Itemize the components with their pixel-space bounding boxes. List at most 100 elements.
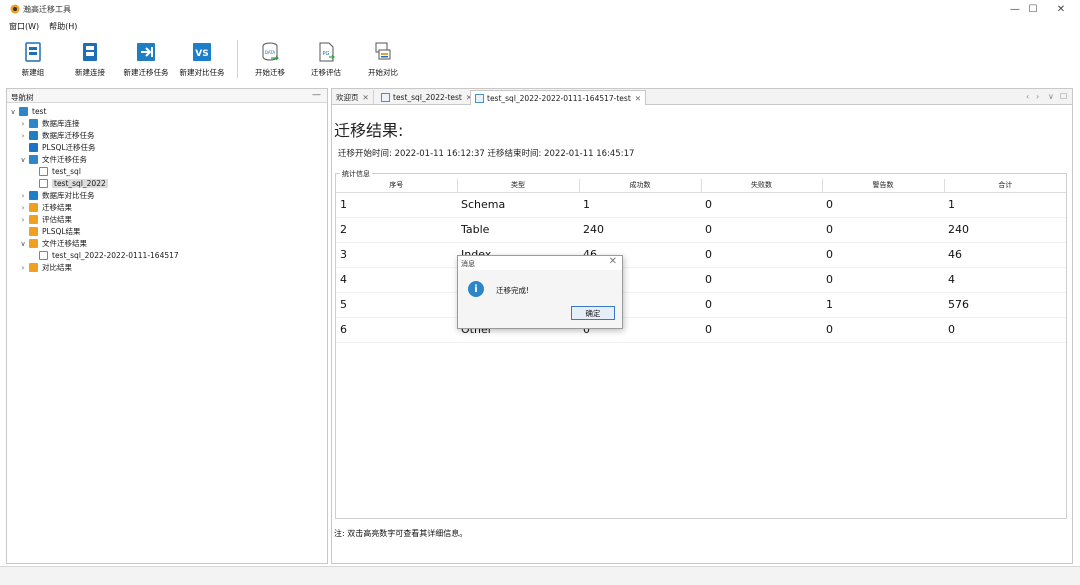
result-title: 迁移结果: xyxy=(334,121,404,140)
tree-node-label: 对比结果 xyxy=(42,263,72,272)
title-bar: 瀚高迁移工具 — ☐ ✕ xyxy=(0,0,1080,18)
cell-failed: 0 xyxy=(701,292,822,318)
column-header-warning[interactable]: 警告数 xyxy=(822,179,945,193)
ok-button[interactable]: 确定 xyxy=(571,306,615,320)
tree-node[interactable]: › 评估结果 xyxy=(19,214,72,225)
cell-index: 2 xyxy=(336,217,457,243)
cell-warning[interactable]: 1 xyxy=(822,292,944,318)
close-button[interactable]: ✕ xyxy=(1046,2,1076,16)
new-migration-task-label: 新建迁移任务 xyxy=(123,68,169,77)
menu-window[interactable]: 窗口(W) xyxy=(0,19,44,33)
app-window: 瀚高迁移工具 — ☐ ✕ 窗口(W) 帮助(H) 新建组 新建连接 新建迁移任务… xyxy=(0,0,1080,585)
doc-icon xyxy=(39,179,48,188)
folder-icon xyxy=(29,215,38,224)
tree-node[interactable]: test_sql xyxy=(29,166,81,177)
dialog-message: 迁移完成! xyxy=(496,286,530,295)
cell-failed: 0 xyxy=(701,217,822,243)
tree-node-label: 评估结果 xyxy=(42,215,72,224)
new-compare-task-label: 新建对比任务 xyxy=(179,68,225,77)
start-migration-button[interactable]: DATA 开始迁移 xyxy=(252,38,288,82)
tree-node[interactable]: ∨ 文件迁移任务 xyxy=(19,154,87,165)
chevron-down-icon[interactable]: ∨ xyxy=(19,240,27,248)
new-migration-task-button[interactable]: 新建迁移任务 xyxy=(120,38,172,82)
tree-node[interactable]: › 数据库对比任务 xyxy=(19,190,95,201)
tree-node[interactable]: › 迁移结果 xyxy=(19,202,72,213)
toolbar: 新建组 新建连接 新建迁移任务 VS 新建对比任务 DATA 开始迁移 PG 迁… xyxy=(0,38,1080,84)
tab-welcome[interactable]: 欢迎页 ✕ xyxy=(332,90,374,105)
vs-icon-text: VS xyxy=(195,49,208,59)
migration-time-info: 迁移开始时间: 2022-01-11 16:12:37 迁移结束时间: 2022… xyxy=(338,149,635,159)
tab-result[interactable]: test_sql_2022-2022-0111-164517-test ✕ xyxy=(470,90,647,105)
panel-minimize-icon[interactable]: — xyxy=(312,90,321,100)
new-compare-task-button[interactable]: VS 新建对比任务 xyxy=(177,38,227,82)
migration-assessment-button[interactable]: PG 迁移评估 xyxy=(308,38,344,82)
cell-failed: 0 xyxy=(701,192,822,218)
menu-bar: 窗口(W) 帮助(H) xyxy=(0,19,82,33)
maximize-view-icon[interactable]: ☐ xyxy=(1060,92,1067,101)
cell-success[interactable]: 1 xyxy=(579,192,701,218)
cell-success[interactable]: 240 xyxy=(579,217,701,243)
document-icon xyxy=(475,93,484,103)
chevron-right-icon[interactable]: › xyxy=(19,204,27,212)
new-compare-task-icon: VS xyxy=(193,43,211,61)
tree-node[interactable]: PLSQL迁移任务 xyxy=(19,142,96,153)
tree-node[interactable]: test_sql_2022 xyxy=(29,178,108,189)
tab-scroll-right-icon[interactable]: › xyxy=(1036,92,1039,101)
cell-index: 1 xyxy=(336,192,457,218)
dialog-close-icon[interactable]: ✕ xyxy=(609,256,617,267)
column-header-total[interactable]: 合计 xyxy=(944,179,1066,193)
tree-node[interactable]: test_sql_2022-2022-0111-164517 xyxy=(29,250,179,261)
cell-total: 46 xyxy=(944,242,1066,268)
tab-welcome-label: 欢迎页 xyxy=(336,93,359,102)
dialog-title-bar: 消息 ✕ xyxy=(458,256,622,270)
column-header-failed[interactable]: 失败数 xyxy=(701,179,823,193)
migration-assessment-icon: PG xyxy=(319,42,335,62)
tab-close-icon[interactable]: ✕ xyxy=(363,93,369,102)
new-connection-icon xyxy=(83,43,97,61)
cell-failed: 0 xyxy=(701,242,822,268)
tree-node-label: PLSQL迁移任务 xyxy=(42,143,96,152)
start-migration-label: 开始迁移 xyxy=(255,68,285,77)
tree-node[interactable]: › 对比结果 xyxy=(19,262,72,273)
chevron-right-icon[interactable]: › xyxy=(19,216,27,224)
chevron-right-icon[interactable]: › xyxy=(19,192,27,200)
new-group-button[interactable]: 新建组 xyxy=(16,38,50,82)
folder-icon xyxy=(29,263,38,272)
tab-close-icon[interactable]: ✕ xyxy=(635,94,641,103)
menu-help[interactable]: 帮助(H) xyxy=(44,19,82,33)
cell-warning: 0 xyxy=(822,217,944,243)
cell-total: 0 xyxy=(944,317,1066,343)
chevron-right-icon[interactable]: › xyxy=(19,132,27,140)
file-icon xyxy=(29,155,38,164)
tree-node[interactable]: ∨ 文件迁移结果 xyxy=(19,238,87,249)
chevron-right-icon[interactable]: › xyxy=(19,120,27,128)
chevron-right-icon[interactable]: › xyxy=(19,264,27,272)
column-header-success[interactable]: 成功数 xyxy=(579,179,702,193)
tab-scroll-left-icon[interactable]: ‹ xyxy=(1026,92,1029,101)
tab-result-label: test_sql_2022-2022-0111-164517-test xyxy=(487,93,631,103)
status-bar xyxy=(0,566,1080,585)
chevron-down-icon[interactable]: ∨ xyxy=(19,156,27,164)
window-title: 瀚高迁移工具 xyxy=(23,5,71,14)
tab-bar: 欢迎页 ✕ test_sql_2022-test ✕ test_sql_2022… xyxy=(332,89,1072,105)
table-row: 4004 xyxy=(336,267,1066,293)
start-compare-button[interactable]: 开始对比 xyxy=(364,38,402,82)
tab-list-icon[interactable]: ∨ xyxy=(1048,92,1054,101)
tree-node-label: 文件迁移任务 xyxy=(42,155,87,164)
maximize-button[interactable]: ☐ xyxy=(1018,2,1048,16)
tree-node[interactable]: › 数据库连接 xyxy=(19,118,80,129)
statistics-legend: 统计信息 xyxy=(340,169,372,179)
start-compare-icon xyxy=(375,42,391,60)
new-connection-button[interactable]: 新建连接 xyxy=(70,38,110,82)
column-header-index[interactable]: 序号 xyxy=(336,179,458,193)
column-header-type[interactable]: 类型 xyxy=(457,179,580,193)
new-group-icon xyxy=(25,42,41,62)
cell-warning: 0 xyxy=(822,317,944,343)
tree-node[interactable]: › 数据库迁移任务 xyxy=(19,130,95,141)
tab-task[interactable]: test_sql_2022-test ✕ xyxy=(377,90,478,105)
tree-node[interactable]: PLSQL结果 xyxy=(19,226,81,237)
chevron-down-icon[interactable]: ∨ xyxy=(9,108,17,116)
tree-node[interactable]: ∨ test xyxy=(9,106,46,117)
folder-icon xyxy=(29,227,38,236)
new-group-label: 新建组 xyxy=(21,68,45,77)
